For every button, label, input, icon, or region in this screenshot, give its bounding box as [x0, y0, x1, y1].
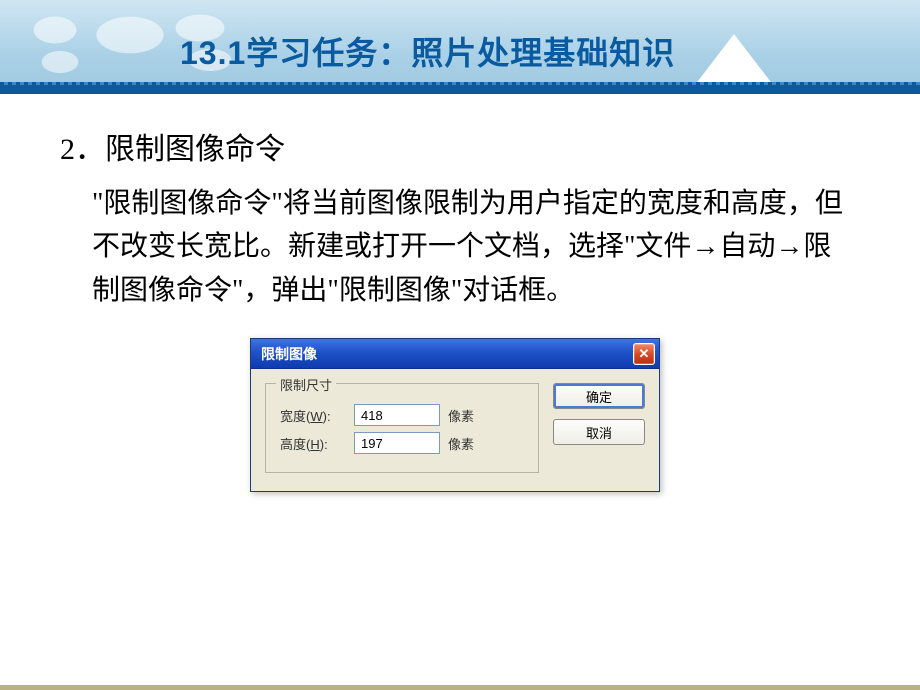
section-heading: 2．限制图像命令: [60, 124, 850, 168]
dialog-button-column: 确定 取消: [553, 383, 645, 445]
height-input[interactable]: [354, 432, 440, 454]
width-label-post: ):: [323, 409, 331, 424]
slide-content: 2．限制图像命令 "限制图像命令"将当前图像限制为用户指定的宽度和高度，但不改变…: [0, 94, 920, 492]
restrict-image-dialog: 限制图像 ✕ 限制尺寸 宽度(W): 像素: [250, 338, 660, 492]
height-label-pre: 高度(: [280, 437, 310, 452]
slide-header: 13.1学习任务：照片处理基础知识: [0, 0, 920, 94]
header-stripe: [0, 85, 920, 94]
dialog-body: 限制尺寸 宽度(W): 像素 高度(H): 像素: [251, 369, 659, 491]
close-button[interactable]: ✕: [633, 343, 655, 365]
height-unit: 像素: [448, 434, 474, 453]
cancel-button[interactable]: 取消: [553, 419, 645, 445]
width-label: 宽度(W):: [280, 406, 346, 425]
width-input[interactable]: [354, 404, 440, 426]
height-hotkey: H: [310, 437, 319, 452]
height-label-post: ):: [320, 437, 328, 452]
body-paragraph: "限制图像命令"将当前图像限制为用户指定的宽度和高度，但不改变长宽比。新建或打开…: [60, 182, 850, 312]
height-row: 高度(H): 像素: [280, 432, 524, 454]
dialog-wrapper: 限制图像 ✕ 限制尺寸 宽度(W): 像素: [60, 338, 850, 492]
width-row: 宽度(W): 像素: [280, 404, 524, 426]
slide-title: 13.1学习任务：照片处理基础知识: [180, 28, 675, 74]
dialog-titlebar[interactable]: 限制图像 ✕: [251, 339, 659, 369]
height-label: 高度(H):: [280, 434, 346, 453]
restrict-size-group: 限制尺寸 宽度(W): 像素 高度(H): 像素: [265, 383, 539, 473]
close-icon: ✕: [639, 346, 650, 362]
ok-button[interactable]: 确定: [553, 383, 645, 409]
width-label-pre: 宽度(: [280, 409, 310, 424]
group-legend: 限制尺寸: [276, 375, 336, 394]
width-hotkey: W: [310, 409, 322, 424]
width-unit: 像素: [448, 406, 474, 425]
footer-bar: [0, 685, 920, 690]
dialog-title: 限制图像: [261, 344, 317, 364]
